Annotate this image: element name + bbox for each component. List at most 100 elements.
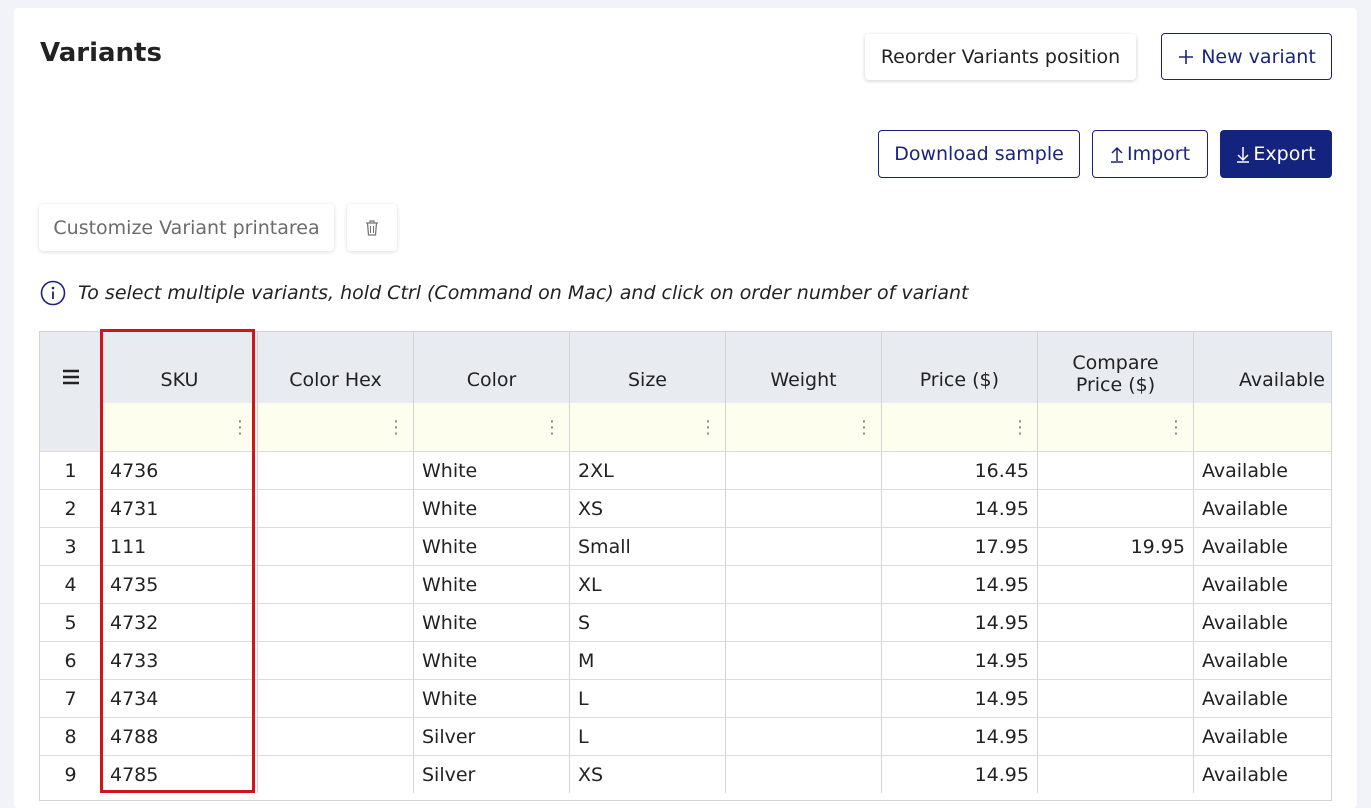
kebab-icon[interactable]: ⋮: [387, 417, 405, 438]
table-row[interactable]: 3 111 White Small 17.95 19.95 Available: [40, 527, 1331, 565]
weight-cell[interactable]: [726, 490, 882, 527]
color-cell[interactable]: Silver: [414, 718, 570, 755]
size-cell[interactable]: XL: [570, 566, 726, 603]
column-header-available[interactable]: Available: [1194, 332, 1331, 403]
compare-price-cell[interactable]: [1038, 604, 1194, 641]
sku-cell[interactable]: 4735: [102, 566, 258, 603]
weight-cell[interactable]: [726, 756, 882, 793]
compare-price-cell[interactable]: [1038, 756, 1194, 793]
price-cell[interactable]: 14.95: [882, 604, 1038, 641]
size-cell[interactable]: M: [570, 642, 726, 679]
weight-cell[interactable]: [726, 452, 882, 489]
weight-cell[interactable]: [726, 680, 882, 717]
table-row[interactable]: 1 4736 White 2XL 16.45 Available: [40, 451, 1331, 489]
color-hex-cell[interactable]: [258, 452, 414, 489]
color-hex-cell[interactable]: [258, 680, 414, 717]
color-hex-cell[interactable]: [258, 642, 414, 679]
kebab-icon[interactable]: ⋮: [855, 417, 873, 438]
size-cell[interactable]: Small: [570, 528, 726, 565]
sku-cell[interactable]: 111: [102, 528, 258, 565]
weight-cell[interactable]: [726, 718, 882, 755]
compare-price-cell[interactable]: [1038, 566, 1194, 603]
color-hex-cell[interactable]: [258, 566, 414, 603]
filter-cell-color[interactable]: ⋮: [414, 403, 570, 451]
table-row[interactable]: 7 4734 White L 14.95 Available: [40, 679, 1331, 717]
delete-button[interactable]: [347, 204, 397, 251]
available-cell[interactable]: Available: [1194, 642, 1331, 679]
color-cell[interactable]: White: [414, 642, 570, 679]
column-header-color-hex[interactable]: Color Hex: [258, 332, 414, 403]
available-cell[interactable]: Available: [1194, 756, 1331, 793]
kebab-icon[interactable]: ⋮: [543, 417, 561, 438]
compare-price-cell[interactable]: [1038, 718, 1194, 755]
size-cell[interactable]: L: [570, 718, 726, 755]
kebab-icon[interactable]: ⋮: [231, 417, 249, 438]
row-number[interactable]: 3: [40, 528, 102, 565]
table-row[interactable]: 9 4785 Silver XS 14.95 Available: [40, 755, 1331, 793]
compare-price-cell[interactable]: [1038, 490, 1194, 527]
available-cell[interactable]: Available: [1194, 452, 1331, 489]
size-cell[interactable]: L: [570, 680, 726, 717]
column-header-price[interactable]: Price ($): [882, 332, 1038, 403]
table-row[interactable]: 5 4732 White S 14.95 Available: [40, 603, 1331, 641]
row-number[interactable]: 6: [40, 642, 102, 679]
price-cell[interactable]: 16.45: [882, 452, 1038, 489]
weight-cell[interactable]: [726, 528, 882, 565]
color-hex-cell[interactable]: [258, 528, 414, 565]
filter-cell-weight[interactable]: ⋮: [726, 403, 882, 451]
available-cell[interactable]: Available: [1194, 528, 1331, 565]
color-cell[interactable]: Silver: [414, 756, 570, 793]
size-cell[interactable]: 2XL: [570, 452, 726, 489]
filter-cell-available[interactable]: [1194, 403, 1331, 451]
sku-cell[interactable]: 4734: [102, 680, 258, 717]
price-cell[interactable]: 14.95: [882, 642, 1038, 679]
new-variant-button[interactable]: New variant: [1161, 33, 1332, 80]
export-button[interactable]: Export: [1220, 130, 1332, 178]
available-cell[interactable]: Available: [1194, 680, 1331, 717]
row-number[interactable]: 9: [40, 756, 102, 793]
table-row[interactable]: 6 4733 White M 14.95 Available: [40, 641, 1331, 679]
price-cell[interactable]: 14.95: [882, 756, 1038, 793]
row-number[interactable]: 4: [40, 566, 102, 603]
filter-cell-price[interactable]: ⋮: [882, 403, 1038, 451]
available-cell[interactable]: Available: [1194, 604, 1331, 641]
color-cell[interactable]: White: [414, 452, 570, 489]
sku-cell[interactable]: 4788: [102, 718, 258, 755]
table-row[interactable]: 8 4788 Silver L 14.95 Available: [40, 717, 1331, 755]
price-cell[interactable]: 14.95: [882, 718, 1038, 755]
color-hex-cell[interactable]: [258, 604, 414, 641]
download-sample-button[interactable]: Download sample: [878, 130, 1080, 178]
kebab-icon[interactable]: ⋮: [1011, 417, 1029, 438]
column-menu-button[interactable]: [40, 332, 102, 403]
size-cell[interactable]: XS: [570, 756, 726, 793]
row-number[interactable]: 5: [40, 604, 102, 641]
color-cell[interactable]: White: [414, 528, 570, 565]
available-cell[interactable]: Available: [1194, 490, 1331, 527]
price-cell[interactable]: 14.95: [882, 566, 1038, 603]
column-header-compare-price[interactable]: Compare Price ($): [1038, 332, 1194, 403]
compare-price-cell[interactable]: [1038, 452, 1194, 489]
color-cell[interactable]: White: [414, 604, 570, 641]
reorder-variants-button[interactable]: Reorder Variants position: [865, 34, 1136, 80]
color-hex-cell[interactable]: [258, 756, 414, 793]
row-number[interactable]: 2: [40, 490, 102, 527]
import-button[interactable]: Import: [1092, 130, 1208, 178]
color-cell[interactable]: White: [414, 566, 570, 603]
color-cell[interactable]: White: [414, 490, 570, 527]
sku-cell[interactable]: 4736: [102, 452, 258, 489]
price-cell[interactable]: 14.95: [882, 680, 1038, 717]
sku-cell[interactable]: 4785: [102, 756, 258, 793]
kebab-icon[interactable]: ⋮: [1167, 417, 1185, 438]
column-header-weight[interactable]: Weight: [726, 332, 882, 403]
size-cell[interactable]: S: [570, 604, 726, 641]
kebab-icon[interactable]: ⋮: [699, 417, 717, 438]
weight-cell[interactable]: [726, 604, 882, 641]
weight-cell[interactable]: [726, 642, 882, 679]
color-hex-cell[interactable]: [258, 718, 414, 755]
filter-cell-size[interactable]: ⋮: [570, 403, 726, 451]
price-cell[interactable]: 17.95: [882, 528, 1038, 565]
filter-cell-compare-price[interactable]: ⋮: [1038, 403, 1194, 451]
color-cell[interactable]: White: [414, 680, 570, 717]
filter-cell-color-hex[interactable]: ⋮: [258, 403, 414, 451]
column-header-size[interactable]: Size: [570, 332, 726, 403]
